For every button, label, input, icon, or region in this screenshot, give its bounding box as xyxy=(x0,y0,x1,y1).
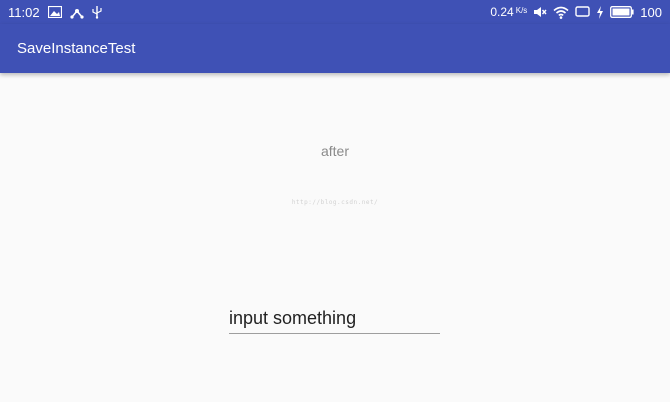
network-speed-unit: K/s xyxy=(515,6,528,15)
image-notification-icon xyxy=(47,5,62,19)
status-time: 11:02 xyxy=(8,4,40,20)
app-title: SaveInstanceTest xyxy=(17,40,136,57)
share-notification-icon xyxy=(69,5,84,19)
text-input-field[interactable] xyxy=(229,306,440,334)
network-speed-value: 0.24 xyxy=(490,5,514,19)
main-content: after http://blog.csdn.net/ xyxy=(0,73,670,402)
status-left-group: 11:02 xyxy=(8,5,102,20)
screen-mirror-icon xyxy=(575,5,590,19)
battery-icon xyxy=(610,5,634,19)
wifi-icon xyxy=(553,5,569,19)
app-bar: SaveInstanceTest xyxy=(0,24,670,73)
charging-icon xyxy=(596,5,604,19)
network-speed: 0.24 K/s xyxy=(490,5,527,19)
mute-icon xyxy=(533,5,547,19)
watermark: http://blog.csdn.net/ xyxy=(291,199,379,206)
battery-percent: 100 xyxy=(640,4,662,20)
status-bar: 11:02 0.24 K/s 100 xyxy=(0,0,670,24)
status-right-group: 0.24 K/s 100 xyxy=(490,5,662,20)
usb-icon xyxy=(91,5,102,19)
result-text: after xyxy=(320,143,349,159)
